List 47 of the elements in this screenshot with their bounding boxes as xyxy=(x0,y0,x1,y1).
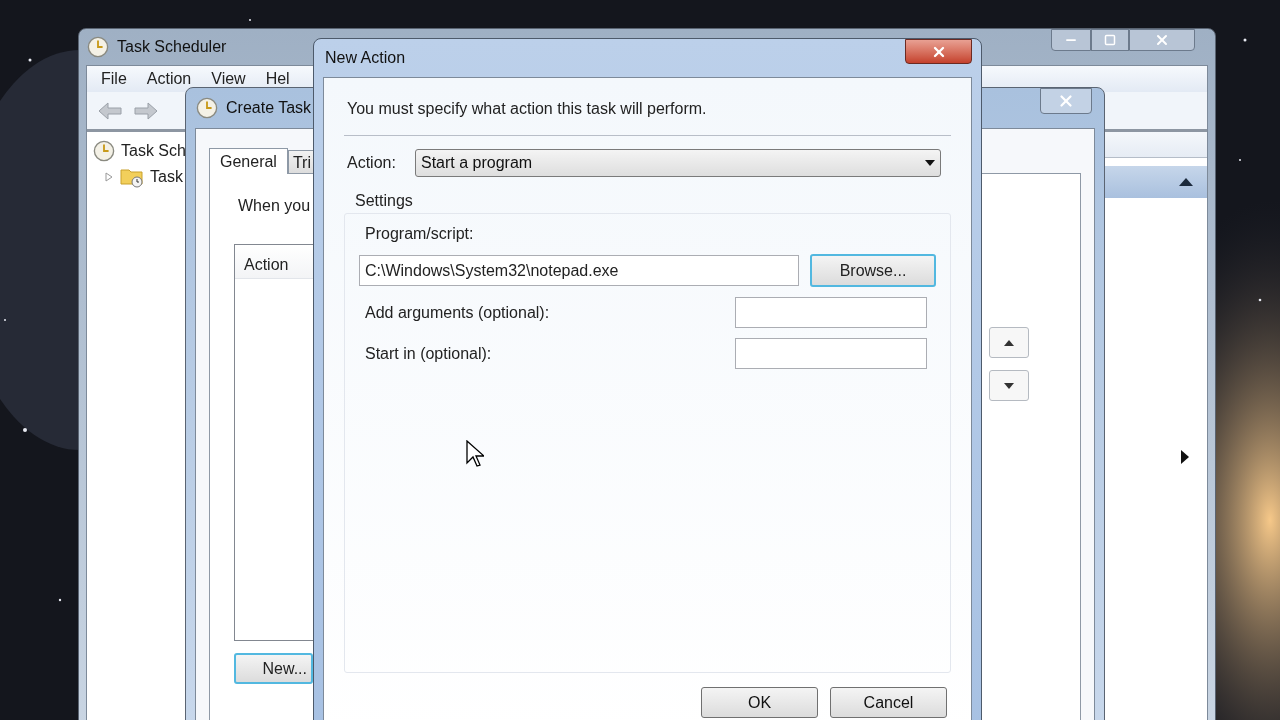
submenu-arrow-icon[interactable] xyxy=(1181,450,1189,464)
clock-icon xyxy=(87,36,109,58)
close-button[interactable] xyxy=(1040,88,1092,114)
window-title: New Action xyxy=(325,48,406,68)
dialog-button[interactable]: Cancel xyxy=(830,687,947,718)
close-button[interactable] xyxy=(905,39,972,64)
menu-item[interactable]: View xyxy=(211,67,246,91)
folder-clock-icon xyxy=(120,166,144,188)
close-icon xyxy=(1154,32,1170,48)
collapse-arrow-icon[interactable] xyxy=(1179,178,1193,186)
expander-icon[interactable] xyxy=(105,172,114,182)
text-field[interactable] xyxy=(735,338,927,369)
minimize-button[interactable] xyxy=(1051,29,1091,51)
field-label: Add arguments (optional): xyxy=(364,302,550,323)
column-header[interactable]: Action xyxy=(235,245,289,278)
browse-button[interactable]: Browse... xyxy=(810,254,936,287)
menu-item[interactable]: Action xyxy=(146,67,192,91)
instruction-text: You must specify what action this task will perform. xyxy=(346,99,708,119)
text-field[interactable] xyxy=(735,297,927,328)
clock-icon xyxy=(196,97,218,119)
dropdown-arrow-icon xyxy=(925,160,935,166)
close-icon xyxy=(1057,92,1075,110)
tab[interactable]: Tri xyxy=(287,150,314,174)
tree-item[interactable]: Task xyxy=(150,165,183,189)
description-text: When you xyxy=(237,196,311,216)
menu-item[interactable]: Hel xyxy=(265,67,290,91)
dialog-button[interactable]: OK xyxy=(701,687,818,718)
field-label: Start in (optional): xyxy=(364,343,492,364)
mouse-cursor-icon xyxy=(466,440,484,468)
window-title: Create Task xyxy=(226,98,312,118)
field-label: Action: xyxy=(347,153,397,173)
up-arrow-icon xyxy=(1004,339,1014,346)
move-up-button[interactable] xyxy=(989,327,1029,358)
clock-icon xyxy=(93,140,115,162)
maximize-icon xyxy=(1104,34,1116,46)
move-down-button[interactable] xyxy=(989,370,1029,401)
tab[interactable]: General xyxy=(209,148,288,174)
group-title: Settings xyxy=(354,191,414,211)
text-field[interactable]: C:\Windows\System32\notepad.exe xyxy=(359,255,799,286)
down-arrow-icon xyxy=(1004,382,1014,389)
new-button[interactable]: New... xyxy=(234,653,313,684)
maximize-button[interactable] xyxy=(1091,29,1129,51)
field-label: Program/script: xyxy=(364,224,475,244)
action-dropdown[interactable]: Start a program xyxy=(415,149,941,177)
window-title: Task Scheduler xyxy=(117,37,227,57)
tree-item[interactable]: Task Sch xyxy=(121,139,186,163)
menu-item[interactable]: File xyxy=(101,67,127,91)
